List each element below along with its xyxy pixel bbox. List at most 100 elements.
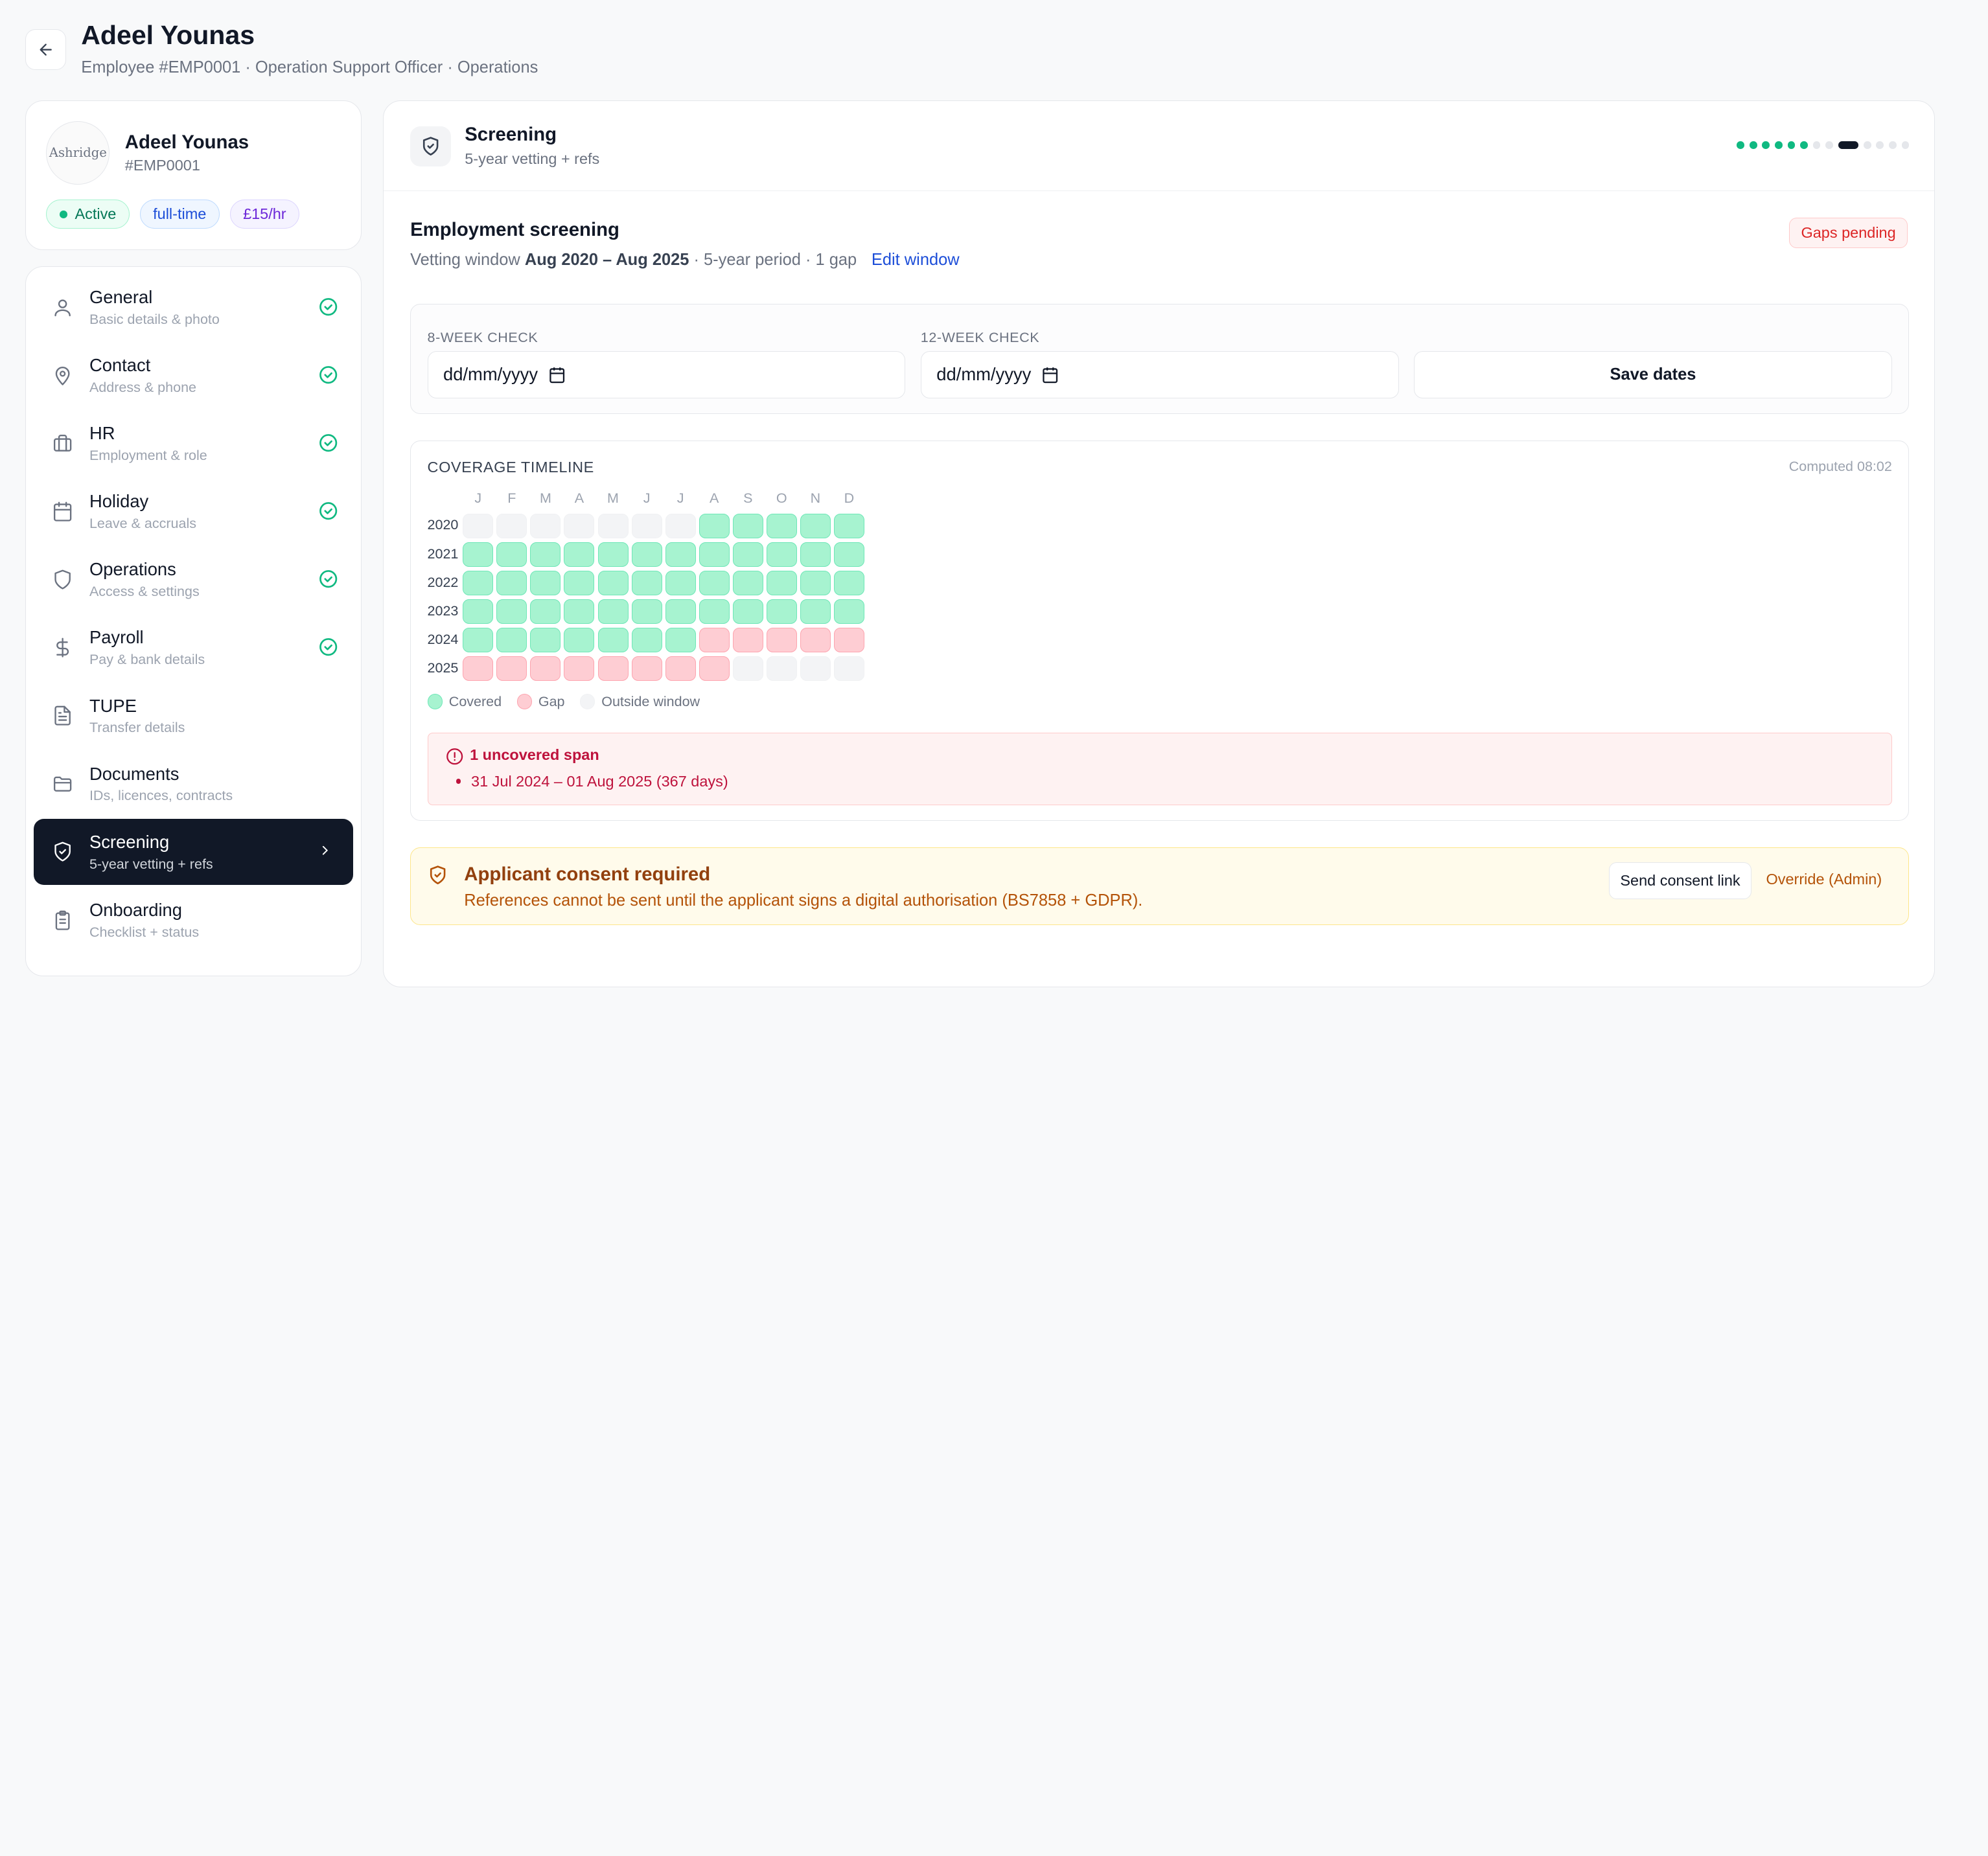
sidebar-item-contact[interactable]: Contact Address & phone bbox=[34, 343, 353, 409]
sidebar-item-text: General Basic details & photo bbox=[89, 287, 220, 328]
sidebar-item-general[interactable]: General Basic details & photo bbox=[34, 275, 353, 341]
sidebar-item-payroll[interactable]: Payroll Pay & bank details bbox=[34, 615, 353, 681]
sidebar-item-label: TUPE bbox=[89, 695, 137, 716]
sidebar-item-holiday[interactable]: Holiday Leave & accruals bbox=[34, 479, 353, 545]
check-circle-icon bbox=[319, 502, 338, 520]
gap-cell bbox=[597, 656, 629, 681]
month-label: O bbox=[776, 490, 787, 507]
gaps-pending-badge: Gaps pending bbox=[1788, 217, 1908, 248]
consent-title: Applicant consent required bbox=[464, 863, 711, 885]
month-label: M bbox=[539, 490, 551, 507]
legend-covered: Covered bbox=[427, 694, 502, 710]
gap-cell bbox=[732, 627, 763, 652]
outside-cell bbox=[463, 513, 494, 538]
year-label: 2024 bbox=[427, 631, 459, 647]
covered-cell bbox=[631, 570, 662, 595]
covered-cell bbox=[597, 627, 629, 652]
uncovered-span-item: 31 Jul 2024 – 01 Aug 2025 (367 days) bbox=[456, 773, 728, 790]
shield-check-icon bbox=[422, 137, 439, 156]
sidebar-item-tupe[interactable]: TUPE Transfer details bbox=[34, 683, 353, 749]
gap-cell bbox=[766, 627, 797, 652]
year-label: 2022 bbox=[427, 574, 459, 590]
sidebar-item-text: Holiday Leave & accruals bbox=[89, 491, 196, 532]
month-label: S bbox=[743, 490, 753, 507]
month-label: J bbox=[474, 490, 482, 507]
week8-date-input[interactable]: dd/mm/yyyy bbox=[427, 351, 906, 398]
covered-cell bbox=[800, 513, 831, 538]
coverage-timeline: COVERAGE TIMELINE Computed 08:02 Covered… bbox=[410, 441, 1910, 821]
covered-cell bbox=[530, 542, 561, 567]
sidebar-item-operations[interactable]: Operations Access & settings bbox=[34, 547, 353, 613]
gap-cell bbox=[800, 627, 831, 652]
shield-icon bbox=[51, 568, 74, 591]
covered-cell bbox=[766, 570, 797, 595]
calendar-icon[interactable] bbox=[1041, 366, 1059, 384]
sidebar-item-label: Payroll bbox=[89, 627, 144, 648]
legend-gap: Gap bbox=[516, 693, 565, 710]
outside-cell bbox=[564, 513, 595, 538]
covered-cell bbox=[833, 599, 864, 624]
sidebar-item-label: Documents bbox=[89, 763, 179, 784]
page-title: Adeel Younas bbox=[81, 20, 255, 51]
shield-check-icon bbox=[430, 865, 445, 884]
gap-cell bbox=[564, 656, 595, 681]
covered-cell bbox=[833, 570, 864, 595]
covered-cell bbox=[463, 627, 494, 652]
app-root: Adeel Younas Employee #EMP0001 · Operati… bbox=[0, 0, 1988, 988]
covered-cell bbox=[496, 599, 527, 624]
calendar-icon bbox=[51, 500, 74, 523]
check-dates-panel: 8-WEEK CHECK dd/mm/yyyy 12-WEEK CHECK dd… bbox=[410, 303, 1910, 414]
sidebar-item-sub: Transfer details bbox=[89, 720, 185, 736]
sidebar-item-sub: Employment & role bbox=[89, 448, 207, 464]
clipboard-icon bbox=[51, 909, 74, 932]
covered-cell bbox=[564, 542, 595, 567]
week12-date-input[interactable]: dd/mm/yyyy bbox=[920, 351, 1399, 398]
week8-date-value: dd/mm/yyyy bbox=[443, 364, 538, 385]
back-button[interactable] bbox=[25, 29, 66, 70]
main-panel: Screening 5-year vetting + refs Employme… bbox=[383, 100, 1936, 988]
gap-cell bbox=[530, 656, 561, 681]
year-label: 2021 bbox=[427, 545, 459, 562]
dollar-icon bbox=[51, 636, 74, 659]
legend-outside: Outside window bbox=[579, 694, 700, 710]
gap-cell bbox=[496, 656, 527, 681]
timeline-legend: Covered Gap Outside window bbox=[427, 693, 700, 710]
sidebar-item-sub: Pay & bank details bbox=[89, 652, 205, 668]
sidebar-item-onboarding[interactable]: Onboarding Checklist + status bbox=[34, 887, 353, 953]
covered-cell bbox=[766, 599, 797, 624]
check-circle-icon bbox=[319, 638, 338, 656]
sidebar-item-sub: Checklist + status bbox=[89, 924, 200, 940]
user-icon bbox=[51, 296, 74, 319]
year-label: 2023 bbox=[427, 602, 459, 619]
sidebar-item-hr[interactable]: HR Employment & role bbox=[34, 411, 353, 477]
outside-cell bbox=[800, 656, 831, 681]
outside-cell bbox=[732, 656, 763, 681]
calendar-icon[interactable] bbox=[548, 366, 566, 384]
legend-gap-label: Gap bbox=[538, 693, 565, 709]
bullet-icon bbox=[456, 779, 461, 785]
status-badge: Active bbox=[46, 200, 130, 229]
send-consent-link-button[interactable]: Send consent link bbox=[1609, 862, 1751, 899]
edit-window-link[interactable]: Edit window bbox=[872, 251, 960, 269]
outside-cell bbox=[530, 513, 561, 538]
progress-step bbox=[1737, 141, 1745, 149]
override-admin-link[interactable]: Override (Admin) bbox=[1766, 871, 1882, 888]
sidebar-item-documents[interactable]: Documents IDs, licences, contracts bbox=[34, 751, 353, 817]
covered-cell bbox=[496, 542, 527, 567]
covered-cell bbox=[732, 570, 763, 595]
covered-cell bbox=[631, 542, 662, 567]
covered-cell bbox=[463, 599, 494, 624]
month-label: A bbox=[710, 490, 719, 507]
progress-step bbox=[1863, 141, 1871, 149]
progress-step bbox=[1762, 141, 1770, 149]
save-dates-button[interactable]: Save dates bbox=[1414, 351, 1892, 398]
outside-cell bbox=[665, 513, 696, 538]
sidebar-item-label: Holiday bbox=[89, 491, 149, 512]
consent-message: References cannot be sent until the appl… bbox=[464, 891, 1143, 910]
covered-cell bbox=[530, 627, 561, 652]
progress-step bbox=[1800, 141, 1808, 149]
outside-cell bbox=[766, 656, 797, 681]
year-label: 2025 bbox=[427, 659, 459, 676]
covered-cell bbox=[699, 599, 730, 624]
sidebar-item-screening[interactable]: Screening 5-year vetting + refs bbox=[33, 819, 353, 885]
